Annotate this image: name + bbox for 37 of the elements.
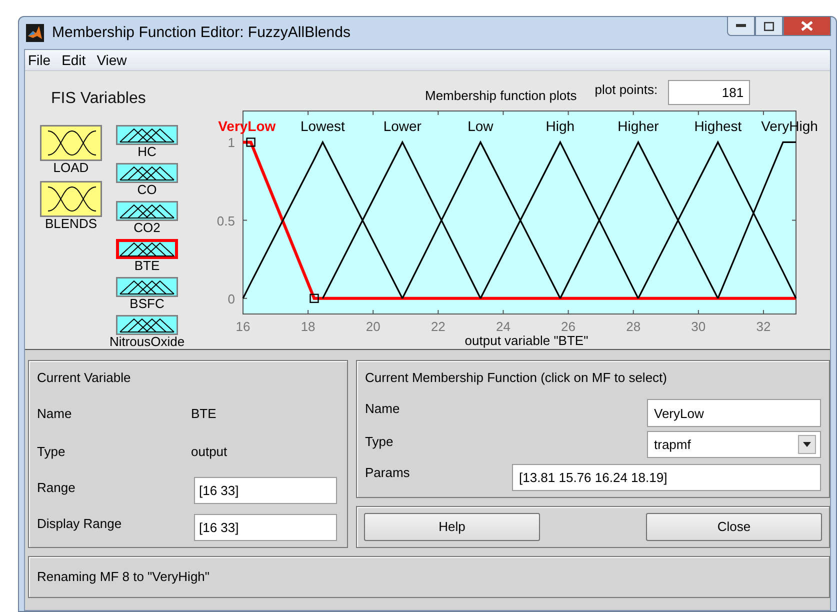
panel-title: FIS Variables xyxy=(51,89,147,109)
variable-label: HC xyxy=(138,145,156,159)
variable-label: LOAD xyxy=(53,161,89,175)
window-title: Membership Function Editor: FuzzyAllBlends xyxy=(52,22,350,43)
tick-label: 30 xyxy=(691,319,706,334)
variable-label: BTE xyxy=(134,259,160,273)
tick-label: 22 xyxy=(430,319,446,334)
tick-label: 26 xyxy=(561,319,576,334)
field-label: Params xyxy=(365,464,410,482)
field-label: Type xyxy=(365,433,394,451)
field-value: BTE xyxy=(191,405,216,423)
tick-label: 32 xyxy=(756,319,771,334)
field-label: Display Range xyxy=(37,515,122,533)
status-text: Renaming MF 8 to "VeryHigh" xyxy=(37,568,210,586)
field-label: Name xyxy=(37,405,72,423)
tick-label: 24 xyxy=(496,319,510,334)
tick-label: 1 xyxy=(228,135,235,150)
variable-label: BSFC xyxy=(130,297,164,311)
variable-label: CO2 xyxy=(134,221,160,235)
tick-label: 20 xyxy=(366,319,380,334)
field-label: Type xyxy=(37,443,66,461)
panel-title: Current Membership Function (click on MF to select) xyxy=(365,369,667,387)
plot-title: Membership function plots xyxy=(425,87,577,105)
field-label: plot points: xyxy=(594,81,658,99)
axis-title: output variable "BTE" xyxy=(464,334,588,347)
variable-label: BLENDS xyxy=(44,217,98,231)
tick-label: 28 xyxy=(626,319,641,334)
variable-label: NitrousOxide xyxy=(109,335,185,349)
field-label: Name xyxy=(365,400,400,418)
field-label: Range xyxy=(37,479,76,497)
tick-label: 18 xyxy=(300,319,316,334)
tick-label: 16 xyxy=(236,319,250,334)
panel-title: Current Variable xyxy=(37,369,131,387)
field-value: output xyxy=(191,443,228,461)
variable-label: CO xyxy=(137,183,157,197)
tick-label: 0 xyxy=(228,291,235,306)
tick-label: 0.5 xyxy=(216,213,235,228)
